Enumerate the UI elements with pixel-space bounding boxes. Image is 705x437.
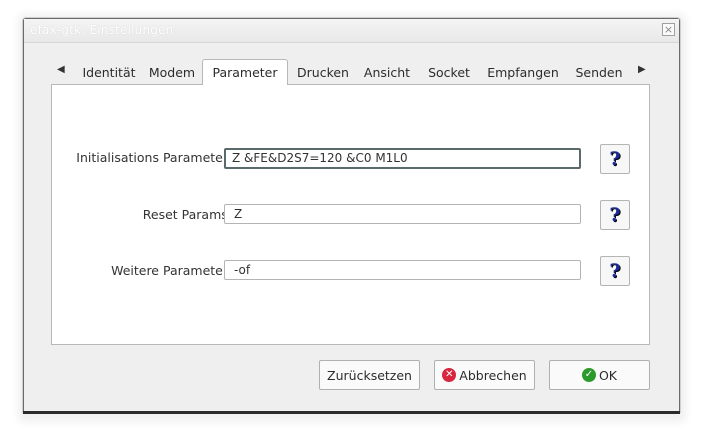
further-params-label: Weitere Parameter: xyxy=(111,263,232,278)
reset-button[interactable]: Zurücksetzen xyxy=(319,360,420,390)
close-button[interactable]: × xyxy=(662,23,675,36)
further-help-button[interactable]: ? xyxy=(600,256,630,286)
help-icon: ? xyxy=(609,260,621,282)
window-title: efax-gtk: Einstellungen xyxy=(30,23,174,37)
parameter-panel: Initialisations Parameter: Z &FE&D2S7=12… xyxy=(51,84,650,345)
reset-params-label: Reset Params: xyxy=(142,207,232,222)
tab-bar: ◀ Identität Modem Parameter Drucken Ansi… xyxy=(49,59,659,85)
help-icon: ? xyxy=(609,148,621,170)
init-params-label: Initialisations Parameter: xyxy=(76,150,232,165)
tab-empfangen[interactable]: Empfangen xyxy=(484,61,562,85)
tab-parameter[interactable]: Parameter xyxy=(202,59,288,85)
cancel-button-label: Abbrechen xyxy=(459,367,527,383)
close-icon: × xyxy=(663,23,674,36)
reset-button-label: Zurücksetzen xyxy=(327,367,412,383)
cancel-button[interactable]: ✕ Abbrechen xyxy=(434,360,535,390)
tab-identitaet[interactable]: Identität xyxy=(76,61,142,85)
tab-ansicht[interactable]: Ansicht xyxy=(359,61,415,85)
tab-socket[interactable]: Socket xyxy=(421,61,477,85)
further-params-input[interactable]: -of xyxy=(224,260,581,280)
title-bar[interactable]: efax-gtk: Einstellungen × xyxy=(24,19,679,43)
help-icon: ? xyxy=(609,204,621,226)
tab-scroll-right-icon[interactable]: ▶ xyxy=(638,64,646,75)
reset-params-input[interactable]: Z xyxy=(224,204,581,224)
init-params-input[interactable]: Z &FE&D2S7=120 &C0 M1L0 xyxy=(224,148,581,169)
checkmark-icon: ✓ xyxy=(581,368,596,382)
settings-dialog: efax-gtk: Einstellungen × ◀ Identität Mo… xyxy=(23,18,680,414)
cancel-icon: ✕ xyxy=(442,368,457,382)
ok-button-label: OK xyxy=(598,367,618,383)
tab-modem[interactable]: Modem xyxy=(145,61,199,85)
ok-button[interactable]: ✓ OK xyxy=(549,360,650,390)
tab-drucken[interactable]: Drucken xyxy=(292,61,354,85)
tab-senden[interactable]: Senden xyxy=(569,61,629,85)
init-help-button[interactable]: ? xyxy=(600,144,630,174)
tab-scroll-left-icon[interactable]: ◀ xyxy=(57,64,65,75)
reset-help-button[interactable]: ? xyxy=(600,200,630,230)
